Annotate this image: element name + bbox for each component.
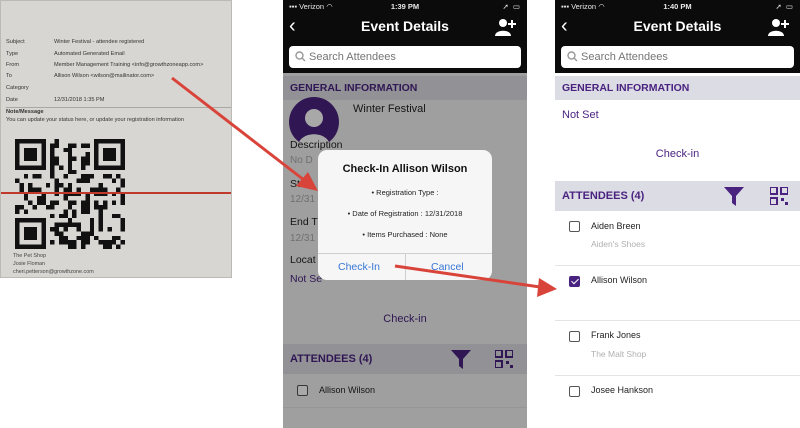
attendee-organization: The Malt Shop	[591, 349, 647, 359]
page-title: Event Details	[633, 18, 722, 34]
search-field-container[interactable]	[289, 46, 521, 68]
email-divider	[6, 107, 231, 108]
checkin-link[interactable]: Check-in	[555, 148, 800, 160]
composite-screenshot: Subject Winter Festival - attendee regist…	[0, 0, 800, 428]
email-footer-line-1: The Pet Shop	[13, 253, 46, 259]
search-input[interactable]	[309, 49, 495, 65]
dialog-checkin-button[interactable]: Check-In	[338, 261, 380, 273]
email-field-date: Date 12/31/2018 1:35 PM	[6, 97, 105, 103]
email-field-type: Type Automated Generated Email	[6, 51, 125, 57]
attendee-checkbox[interactable]	[569, 221, 580, 232]
email-footer-line-3: cheri.petterson@growthzone.com	[13, 269, 94, 275]
attendee-checkbox[interactable]	[569, 386, 580, 397]
attendee-checkbox-checked[interactable]	[569, 276, 580, 287]
status-time: 1:40 PM	[663, 2, 692, 11]
attendee-row[interactable]: Aiden Breen Aiden's Shoes	[555, 211, 800, 266]
checkin-dialog: Check-In Allison Wilson • Registration T…	[318, 150, 492, 280]
attendee-name: Josee Hankson	[591, 385, 654, 395]
attendee-row[interactable]: Josee Hankson	[555, 376, 800, 428]
general-info-header: GENERAL INFORMATION	[555, 76, 800, 100]
location-value: Not Set	[562, 109, 599, 121]
arrowhead-icon	[537, 278, 557, 297]
attendee-checkbox[interactable]	[569, 331, 580, 342]
status-bar: ▪▪▪ Verizon ◠ 1:39 PM ➚ ▭	[283, 0, 527, 13]
dialog-registration-date: • Date of Registration : 12/31/2018	[347, 209, 463, 218]
dialog-title: Check-In Allison Wilson	[342, 163, 468, 175]
search-input[interactable]	[581, 49, 768, 65]
email-field-from: From Member Management Training <info@gro…	[6, 62, 204, 68]
attendees-header: ATTENDEES (4)	[555, 181, 800, 211]
attendee-row[interactable]: Allison Wilson	[555, 266, 800, 321]
search-icon	[295, 51, 306, 62]
dialog-button-divider	[405, 253, 406, 280]
battery-icon: ➚ ▭	[502, 2, 521, 11]
scanner-line	[1, 192, 231, 194]
battery-icon: ➚ ▭	[775, 2, 794, 11]
email-field-subject: Subject Winter Festival - attendee regist…	[6, 39, 145, 45]
status-bar: ▪▪▪ Verizon ◠ 1:40 PM ➚ ▭	[555, 0, 800, 13]
email-field-category: Category	[6, 85, 29, 91]
email-note-label: Note/Message	[6, 109, 44, 115]
attendee-name: Aiden Breen	[591, 221, 641, 231]
search-bar	[555, 41, 800, 73]
nav-bar: ‹ Event Details	[283, 13, 527, 41]
dialog-cancel-button[interactable]: Cancel	[431, 261, 464, 273]
email-note-text: You can update your status here, or upda…	[6, 117, 184, 123]
qr-scan-icon[interactable]	[770, 187, 788, 205]
dialog-items-purchased: • Items Purchased : None	[362, 230, 448, 239]
page-title: Event Details	[361, 18, 449, 34]
search-icon	[567, 51, 578, 62]
email-field-to: To Allison Wilson <wilson@mailinator.com>	[6, 73, 155, 79]
search-field-container[interactable]	[561, 46, 794, 68]
add-user-icon[interactable]	[495, 18, 517, 36]
qr-code-image	[15, 139, 125, 249]
attendee-row[interactable]: Frank Jones The Malt Shop	[555, 321, 800, 376]
phone-event-details-checked: ▪▪▪ Verizon ◠ 1:40 PM ➚ ▭ ‹ Event Detail…	[555, 0, 800, 428]
filter-icon[interactable]	[724, 187, 744, 206]
nav-bar: ‹ Event Details	[555, 13, 800, 41]
add-user-icon[interactable]	[768, 18, 790, 36]
status-time: 1:39 PM	[390, 2, 420, 11]
email-photo: Subject Winter Festival - attendee regist…	[0, 0, 232, 278]
attendee-organization: Aiden's Shoes	[591, 239, 646, 249]
attendee-name: Frank Jones	[591, 330, 641, 340]
attendee-name: Allison Wilson	[591, 275, 648, 285]
dialog-registration-type: • Registration Type :	[371, 188, 439, 197]
search-bar	[283, 41, 527, 73]
email-footer-line-2: Josie Floman	[13, 261, 46, 267]
